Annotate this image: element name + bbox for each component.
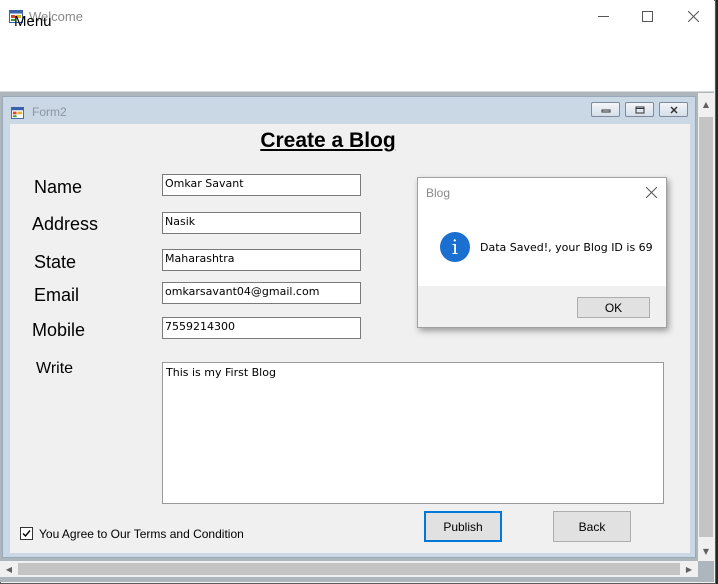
address-label: Address <box>32 214 99 234</box>
mobile-label: Mobile <box>32 320 86 340</box>
terms-label: You Agree to Our Terms and Condition <box>39 527 244 541</box>
publish-button[interactable]: Publish <box>424 511 502 542</box>
mobile-field[interactable]: 7559214300 <box>162 317 361 339</box>
name-field[interactable]: Omkar Savant <box>162 174 361 196</box>
child-window-title: Form2 <box>32 105 67 119</box>
vertical-scroll-thumb[interactable] <box>699 117 713 537</box>
scroll-left-icon[interactable]: ◀ <box>1 561 17 577</box>
maximize-button[interactable] <box>624 0 670 33</box>
state-label: State <box>34 252 77 272</box>
dialog-message: Data Saved!, your Blog ID is 69 <box>480 241 653 254</box>
child-restore-button[interactable] <box>625 102 654 117</box>
name-label: Name <box>34 177 83 197</box>
child-minimize-button[interactable] <box>591 102 620 117</box>
scroll-up-icon[interactable]: ▲ <box>698 96 714 112</box>
ok-button[interactable]: OK <box>577 297 650 318</box>
state-field[interactable]: Maharashtra <box>162 249 361 271</box>
checkmark-icon <box>22 530 31 538</box>
scroll-right-icon[interactable]: ▶ <box>681 561 697 577</box>
restore-icon <box>635 106 644 113</box>
menu-bar <box>0 33 714 92</box>
page-title: Create a Blog <box>260 129 396 152</box>
minimize-icon <box>601 109 610 112</box>
terms-checkbox[interactable] <box>20 527 33 540</box>
close-icon <box>645 186 657 198</box>
close-button[interactable] <box>670 0 716 33</box>
close-icon <box>687 11 699 22</box>
minimize-button[interactable] <box>580 0 626 33</box>
back-button[interactable]: Back <box>553 511 631 542</box>
email-field[interactable]: omkarsavant04@gmail.com <box>162 282 361 304</box>
menu-item-menu[interactable]: Menu <box>14 13 52 30</box>
horizontal-scroll-thumb[interactable] <box>18 563 680 575</box>
email-label: Email <box>34 285 80 305</box>
maximize-icon <box>641 11 653 22</box>
dialog-close-button[interactable] <box>640 182 662 202</box>
child-app-icon <box>11 107 24 119</box>
child-close-button[interactable] <box>659 102 688 117</box>
dialog-title: Blog <box>426 186 451 200</box>
close-icon <box>669 105 678 114</box>
write-label: Write <box>36 360 74 377</box>
address-field[interactable]: Nasik <box>162 212 361 234</box>
blog-text-area[interactable]: This is my First Blog <box>162 362 664 504</box>
scroll-down-icon[interactable]: ▼ <box>698 543 714 559</box>
info-icon: i <box>440 232 470 262</box>
minimize-icon <box>597 16 609 17</box>
